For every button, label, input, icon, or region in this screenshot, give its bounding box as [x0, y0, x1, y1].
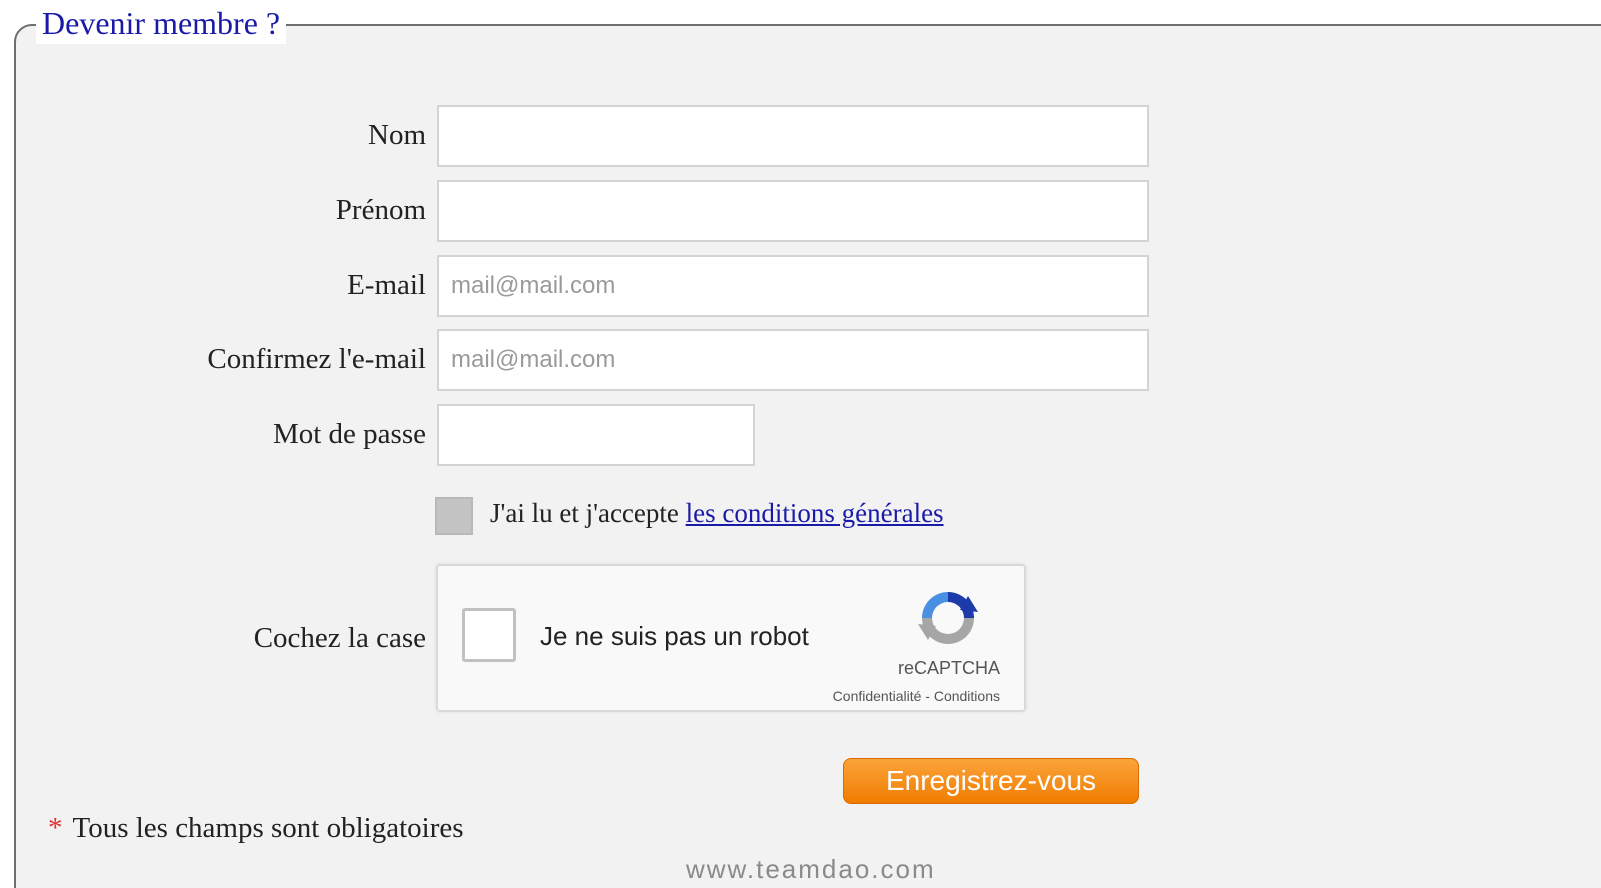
terms-link[interactable]: les conditions générales — [686, 498, 944, 528]
watermark: www.teamdao.com — [686, 854, 936, 884]
captcha-label: Cochez la case — [253, 622, 426, 654]
register-button[interactable]: Enregistrez-vous — [843, 758, 1139, 804]
prenom-label: Prénom — [335, 194, 426, 226]
password-label: Mot de passe — [272, 418, 426, 450]
required-asterisk: * — [48, 812, 63, 844]
required-note-text: Tous les champs sont obligatoires — [72, 812, 464, 844]
terms-text: J'ai lu et j'accepte les conditions géné… — [490, 498, 944, 529]
form-legend: Devenir membre ? — [36, 2, 287, 44]
recaptcha-brand: reCAPTCHA — [897, 658, 1000, 678]
confirm-email-input[interactable] — [437, 329, 1149, 391]
nom-input[interactable] — [437, 105, 1149, 167]
password-input[interactable] — [437, 404, 755, 466]
recaptcha-widget: Je ne suis pas un robot reCAPTCHA Confid… — [436, 564, 1026, 712]
required-note: * Tous les champs sont obligatoires — [48, 812, 464, 845]
confirm-email-label: Confirmez l'e-mail — [207, 343, 426, 375]
nom-label: Nom — [368, 119, 426, 151]
email-label: E-mail — [347, 269, 426, 301]
recaptcha-checkbox[interactable] — [462, 608, 516, 662]
prenom-input[interactable] — [437, 180, 1149, 242]
recaptcha-legal[interactable]: Confidentialité - Conditions — [833, 688, 1000, 704]
terms-checkbox[interactable] — [435, 497, 473, 535]
email-input[interactable] — [437, 255, 1149, 317]
terms-text-prefix: J'ai lu et j'accepte — [490, 498, 686, 528]
recaptcha-logo-icon — [918, 592, 978, 644]
recaptcha-text: Je ne suis pas un robot — [540, 621, 809, 651]
